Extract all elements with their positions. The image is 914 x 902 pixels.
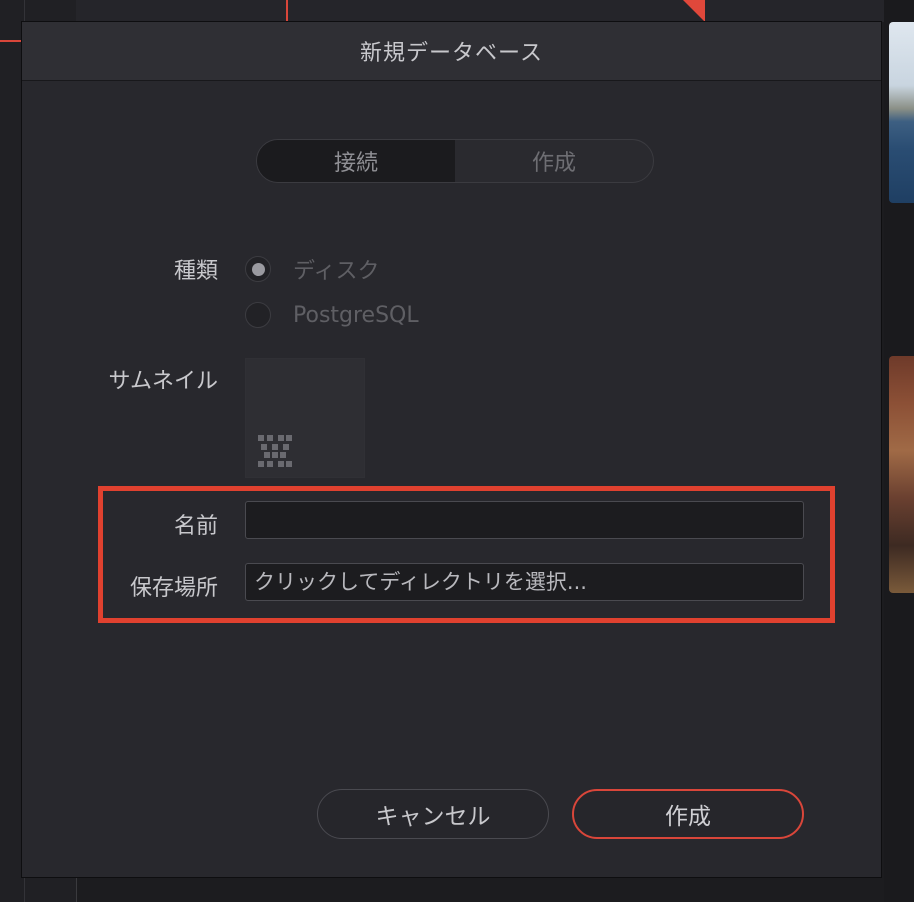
resolve-logo-icon [258,435,292,467]
new-database-dialog: 新規データベース 接続 作成 種類 ディスク PostgreSQL サムネイル [21,21,882,878]
tab-connect[interactable]: 接続 [257,140,455,182]
radio-button-postgresql[interactable] [245,302,271,328]
mode-segmented-control: 接続 作成 [256,139,654,183]
radio-button-disk[interactable] [245,256,271,282]
cancel-button[interactable]: キャンセル [317,789,549,839]
background-top-panel [76,0,888,22]
radio-option-postgresql[interactable]: PostgreSQL [245,302,419,328]
radio-label-disk: ディスク [293,259,380,284]
radio-option-disk[interactable]: ディスク [245,253,379,285]
type-label: 種類 [173,259,218,284]
dialog-title: 新規データベース [360,41,543,66]
background-thumbnail-room[interactable] [889,356,914,593]
thumbnail-label: サムネイル [108,369,218,394]
location-label: 保存場所 [129,576,218,601]
location-field[interactable] [245,563,804,601]
name-field[interactable] [245,501,804,539]
background-selection-line-vertical [286,0,288,22]
name-label: 名前 [173,514,218,539]
radio-selected-dot [251,262,265,276]
thumbnail-picker[interactable] [245,358,365,478]
background-selection-line [0,40,22,42]
dialog-header: 新規データベース [22,22,881,81]
tab-create[interactable]: 作成 [455,140,653,182]
radio-label-postgresql: PostgreSQL [293,302,419,328]
background-selection-corner [683,0,705,22]
background-thumbnail-sea[interactable] [889,22,914,203]
create-button[interactable]: 作成 [572,789,804,839]
app-window: 新規データベース 接続 作成 種類 ディスク PostgreSQL サムネイル [0,0,914,902]
